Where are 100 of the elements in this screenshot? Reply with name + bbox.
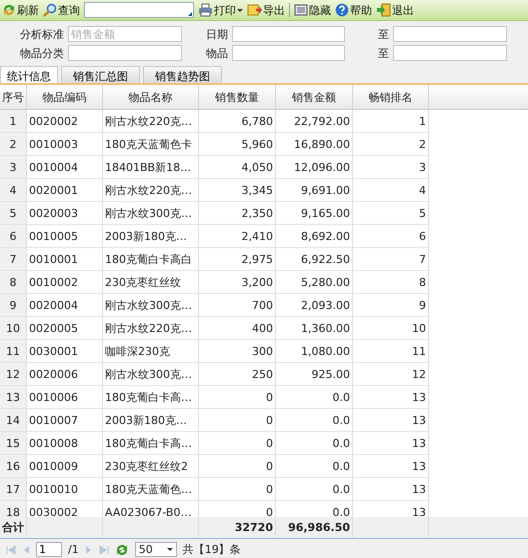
table-cell: 0010005 — [27, 225, 103, 248]
table-cell: 250 — [199, 363, 276, 386]
table-cell: 0020005 — [27, 317, 103, 340]
filter-label: 物品 — [205, 46, 228, 60]
table-cell: 刚古水纹300克… — [103, 363, 199, 386]
table-cell: 0020002 — [27, 110, 103, 133]
table-cell: 0 — [199, 386, 276, 409]
column-header[interactable]: 物品名称 — [103, 85, 199, 109]
table-cell: 180克天蓝葡色… — [103, 478, 199, 501]
table-cell: 925.00 — [276, 363, 353, 386]
table-cell: 0.0 — [276, 386, 353, 409]
table-cell: 13 — [353, 478, 429, 501]
table-cell: 13 — [353, 455, 429, 478]
table-cell: 11 — [0, 340, 27, 363]
table-cell: 10 — [353, 317, 429, 340]
table-cell: 3,345 — [199, 179, 276, 202]
toolbar-button[interactable]: 查询 — [43, 2, 80, 18]
toolbar-button[interactable]: 导出 — [247, 2, 285, 18]
table-cell: 0 — [199, 432, 276, 455]
column-header[interactable]: 序号 — [0, 85, 27, 109]
table-cell: 9 — [353, 294, 429, 317]
toolbar-button[interactable]: 刷新 — [2, 2, 39, 18]
table-cell: 2,350 — [199, 202, 276, 225]
table-cell: 0030001 — [27, 340, 103, 363]
tab[interactable]: 统计信息 — [0, 66, 58, 83]
table-cell: 0010007 — [27, 409, 103, 432]
table-cell: 7 — [0, 248, 27, 271]
table-cell: 0020003 — [27, 202, 103, 225]
table-cell: 180克葡白卡高白 — [103, 248, 199, 271]
table-cell: 刚古水纹300克… — [103, 294, 199, 317]
table-cell: 6,922.50 — [276, 248, 353, 271]
table-cell: 0010004 — [27, 156, 103, 179]
page-count: /1 — [68, 543, 79, 556]
table-cell: 5,960 — [199, 133, 276, 156]
filter-label: 至 — [377, 26, 389, 42]
table-cell: 400 — [199, 317, 276, 340]
column-header[interactable]: 销售数量 — [199, 85, 276, 109]
filter-label: 日期 — [205, 26, 228, 42]
table-cell: 2,093.00 — [276, 294, 353, 317]
table-cell: 12 — [353, 363, 429, 386]
table-cell: 12,096.00 — [276, 156, 353, 179]
table-cell: 2,975 — [199, 248, 276, 271]
table-cell: 7 — [353, 248, 429, 271]
tab[interactable]: 销售趋势图 — [143, 66, 222, 83]
table-cell: 6 — [353, 225, 429, 248]
table-cell: 0020001 — [27, 179, 103, 202]
table-cell: 18 — [0, 501, 27, 517]
table-cell: 5,280.00 — [276, 271, 353, 294]
table-cell: 16,890.00 — [276, 133, 353, 156]
table-cell: 0.0 — [276, 478, 353, 501]
table-cell: 8,692.00 — [276, 225, 353, 248]
table-cell: 300 — [199, 340, 276, 363]
table-cell: 0020004 — [27, 294, 103, 317]
page-field[interactable]: 1 — [36, 542, 62, 557]
table-cell: 13 — [353, 409, 429, 432]
tab[interactable]: 销售汇总图 — [61, 66, 140, 83]
table-cell: 18401BB新18… — [103, 156, 199, 179]
filter-field[interactable]: 销售金额 — [68, 26, 182, 42]
table-cell: 3 — [0, 156, 27, 179]
table-cell: 1,360.00 — [276, 317, 353, 340]
table-cell: 0.0 — [276, 409, 353, 432]
table-cell: 180克葡白卡高… — [103, 386, 199, 409]
table-cell: 0010003 — [27, 133, 103, 156]
column-header[interactable]: 销售金额 — [276, 85, 353, 109]
table-cell: 14 — [0, 409, 27, 432]
table-cell: 0010010 — [27, 478, 103, 501]
table-cell: 8 — [0, 271, 27, 294]
table-cell: 0010009 — [27, 455, 103, 478]
toolbar-button[interactable]: 退出 — [376, 2, 414, 18]
table-cell: 0 — [199, 478, 276, 501]
page-size-select[interactable]: 50 — [134, 542, 177, 557]
table-cell: 刚古水纹220克… — [103, 179, 199, 202]
table-cell: 3 — [353, 156, 429, 179]
table-cell: 13 — [353, 386, 429, 409]
column-header[interactable]: 物品编码 — [27, 85, 103, 109]
column-header[interactable]: 畅销排名 — [353, 85, 429, 109]
table-cell: 咖啡深230克 — [103, 340, 199, 363]
table-cell: 0 — [199, 455, 276, 478]
print-button[interactable]: 打印 — [198, 2, 243, 18]
table-cell: 2003新180克… — [103, 409, 199, 432]
filter-label: 至 — [377, 46, 389, 60]
table-cell: 2 — [0, 133, 27, 156]
total-count: 共【19】条 — [182, 542, 241, 557]
toolbar-button[interactable]: 帮助 — [335, 2, 372, 18]
table-cell: 0.0 — [276, 455, 353, 478]
table-cell: 0010008 — [27, 432, 103, 455]
table-cell: 5 — [0, 202, 27, 225]
table-cell: 22,792.00 — [276, 110, 353, 133]
table-cell: 0 — [199, 409, 276, 432]
table-cell: 5 — [353, 202, 429, 225]
table-cell: 2,410 — [199, 225, 276, 248]
table-cell: 9,691.00 — [276, 179, 353, 202]
table-cell: 1 — [0, 110, 27, 133]
table-cell: 刚古水纹300克… — [103, 202, 199, 225]
table-cell: 16 — [0, 455, 27, 478]
table-cell: 13 — [353, 432, 429, 455]
toolbar-button[interactable]: 隐藏 — [294, 2, 331, 18]
table-cell: 4 — [0, 179, 27, 202]
table-cell: 180克葡白卡高… — [103, 432, 199, 455]
table-cell: 180克天蓝葡色卡 — [103, 133, 199, 156]
